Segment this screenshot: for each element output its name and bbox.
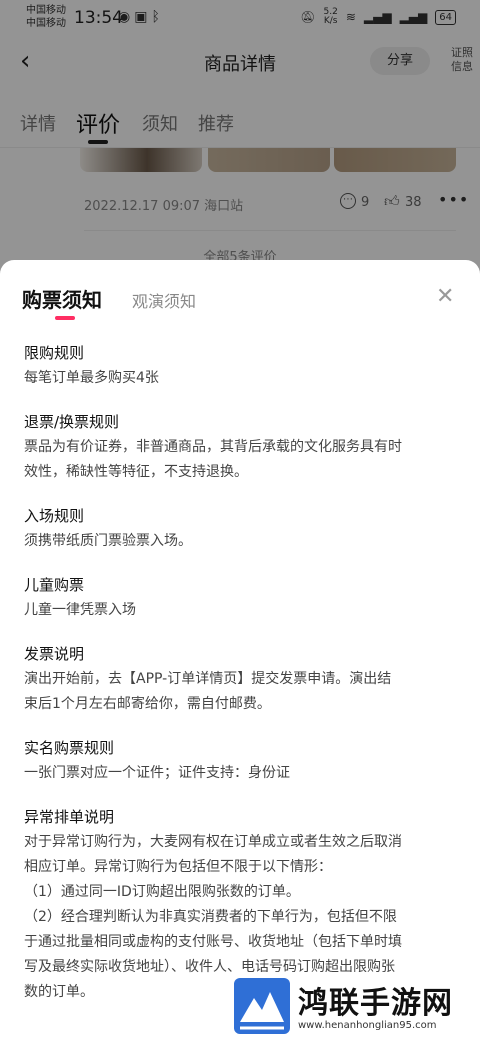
close-icon[interactable]: ✕ xyxy=(436,286,454,308)
tab-purchase-notice[interactable]: 购票须知 xyxy=(22,284,102,313)
section-line: 儿童一律凭票入场 xyxy=(24,602,136,618)
section-purchase-limit: 限购规则 每笔订单最多购买4张 xyxy=(24,340,456,391)
section-line: 每笔订单最多购买4张 xyxy=(24,370,159,386)
section-line: （2）经合理判断认为非真实消费者的下单行为，包括但不限 xyxy=(24,909,397,925)
sheet-tab-underline xyxy=(55,316,75,320)
section-children: 儿童购票 儿童一律凭票入场 xyxy=(24,572,456,623)
section-line: （1）通过同一ID订购超出限购张数的订单。 xyxy=(24,884,300,900)
tab-viewing-notice[interactable]: 观演须知 xyxy=(132,288,196,312)
section-line: 效性，稀缺性等特征，不支持退换。 xyxy=(24,464,248,480)
section-invoice: 发票说明 演出开始前，去【APP-订单详情页】提交发票申请。演出结 束后1个月左… xyxy=(24,641,456,717)
section-title: 异常排单说明 xyxy=(24,808,115,826)
watermark-text: 鸿联手游网 xyxy=(298,986,453,1021)
section-body: 一张门票对应一个证件；证件支持：身份证 xyxy=(24,761,456,786)
section-entry: 入场规则 须携带纸质门票验票入场。 xyxy=(24,503,456,554)
section-title: 入场规则 xyxy=(24,507,85,525)
section-line: 演出开始前，去【APP-订单详情页】提交发票申请。演出结 xyxy=(24,671,392,687)
section-title: 退票/换票规则 xyxy=(24,413,120,431)
watermark-logo-icon xyxy=(234,978,290,1034)
section-body: 须携带纸质门票验票入场。 xyxy=(24,529,456,554)
section-body: 演出开始前，去【APP-订单详情页】提交发票申请。演出结 束后1个月左右邮寄给你… xyxy=(24,667,456,717)
notice-content: 限购规则 每笔订单最多购买4张 退票/换票规则 票品为有价证券，非普通商品，其背… xyxy=(24,340,456,1023)
section-title: 实名购票规则 xyxy=(24,739,115,757)
section-line: 对于异常订购行为，大麦网有权在订单成立或者生效之后取消 xyxy=(24,834,402,850)
section-line: 束后1个月左右邮寄给你，需自付邮费。 xyxy=(24,696,271,712)
section-body: 儿童一律凭票入场 xyxy=(24,598,456,623)
section-title: 发票说明 xyxy=(24,645,85,663)
section-line: 票品为有价证券，非普通商品，其背后承载的文化服务具有时 xyxy=(24,439,402,455)
watermark-url: www.henanhonglian95.com xyxy=(298,1020,437,1031)
section-line: 于通过批量相同或虚构的支付账号、收货地址（包括下单时填 xyxy=(24,934,402,950)
section-line: 一张门票对应一个证件；证件支持：身份证 xyxy=(24,765,290,781)
section-title: 儿童购票 xyxy=(24,576,85,594)
section-body: 每笔订单最多购买4张 xyxy=(24,366,456,391)
section-body: 票品为有价证券，非普通商品，其背后承载的文化服务具有时 效性，稀缺性等特征，不支… xyxy=(24,435,456,485)
section-refund: 退票/换票规则 票品为有价证券，非普通商品，其背后承载的文化服务具有时 效性，稀… xyxy=(24,409,456,485)
notice-sheet: 购票须知 观演须知 ✕ 限购规则 每笔订单最多购买4张 退票/换票规则 票品为有… xyxy=(0,260,480,1040)
section-line: 相应订单。异常订购行为包括但不限于以下情形： xyxy=(24,859,332,875)
section-title: 限购规则 xyxy=(24,344,85,362)
section-real-name: 实名购票规则 一张门票对应一个证件；证件支持：身份证 xyxy=(24,735,456,786)
section-line: 须携带纸质门票验票入场。 xyxy=(24,533,192,549)
watermark: 鸿联手游网 www.henanhonglian95.com xyxy=(228,972,480,1040)
